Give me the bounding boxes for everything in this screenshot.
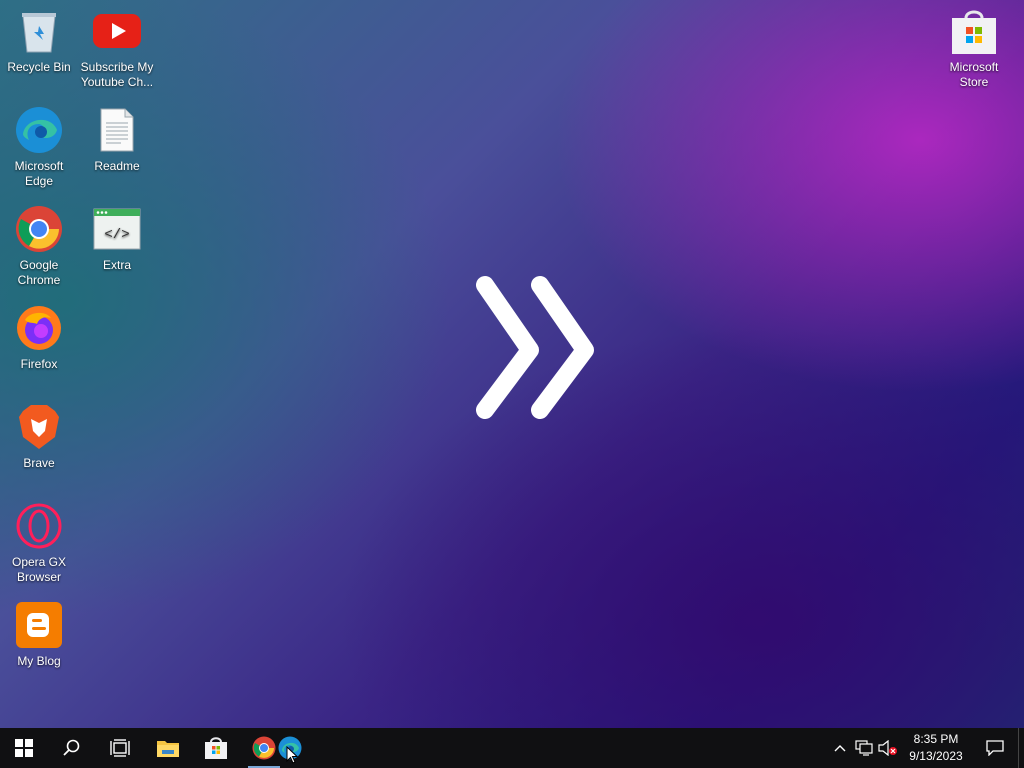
- start-button[interactable]: [0, 728, 48, 768]
- microsoft-store-icon: [205, 737, 227, 759]
- opera-gx-icon: [14, 501, 64, 551]
- clock[interactable]: 8:35 PM 9/13/2023: [900, 731, 972, 765]
- brave-icon: [14, 402, 64, 452]
- show-hidden-icons-button[interactable]: [828, 728, 852, 768]
- taskbar-file-explorer[interactable]: [144, 728, 192, 768]
- desktop-icon-recycle-bin[interactable]: Recycle Bin: [0, 6, 78, 75]
- notification-icon: [986, 740, 1004, 756]
- start-icon: [15, 739, 33, 757]
- desktop-icon-blog[interactable]: My Blog: [0, 600, 78, 669]
- search-icon: [63, 739, 80, 756]
- google-chrome-icon: [14, 204, 64, 254]
- network-button[interactable]: [852, 728, 876, 768]
- task-view-icon: [110, 739, 130, 757]
- network-icon: [855, 740, 873, 756]
- mouse-cursor-icon: [286, 746, 298, 764]
- desktop: Recycle Bin Microsoft Edge Google Chrome: [0, 0, 1024, 728]
- text-document-icon: [92, 105, 142, 155]
- microsoft-store-icon: [949, 6, 999, 56]
- taskbar: 8:35 PM 9/13/2023: [0, 728, 1024, 768]
- desktop-icon-readme[interactable]: Readme: [78, 105, 156, 174]
- microsoft-edge-icon: [14, 105, 64, 155]
- action-center-button[interactable]: [972, 728, 1018, 768]
- recycle-bin-icon: [14, 6, 64, 56]
- task-view-button[interactable]: [96, 728, 144, 768]
- taskbar-microsoft-edge[interactable]: [266, 728, 314, 768]
- desktop-icon-firefox[interactable]: Firefox: [0, 303, 78, 372]
- desktop-icon-extra[interactable]: </> Extra: [78, 204, 156, 273]
- clock-time: 8:35 PM: [913, 732, 959, 746]
- system-tray: 8:35 PM 9/13/2023: [828, 728, 1024, 768]
- volume-muted-icon: [878, 740, 897, 756]
- desktop-icon-brave[interactable]: Brave: [0, 402, 78, 471]
- clock-date: 9/13/2023: [909, 749, 963, 763]
- svg-text:</>: </>: [104, 227, 129, 243]
- desktop-icon-opera-gx[interactable]: Opera GX Browser: [0, 501, 78, 585]
- search-button[interactable]: [48, 728, 96, 768]
- code-file-icon: </>: [92, 204, 142, 254]
- desktop-icon-youtube[interactable]: Subscribe My Youtube Ch...: [78, 6, 156, 90]
- blogger-icon: [14, 600, 64, 650]
- desktop-icon-chrome[interactable]: Google Chrome: [0, 204, 78, 288]
- youtube-icon: [92, 6, 142, 56]
- desktop-icon-microsoft-store[interactable]: Microsoft Store: [935, 6, 1013, 90]
- show-hidden-icons-chevron-icon: [834, 745, 846, 752]
- firefox-icon: [14, 303, 64, 353]
- taskbar-microsoft-store[interactable]: [192, 728, 240, 768]
- show-desktop-button[interactable]: [1018, 728, 1024, 768]
- desktop-icon-edge[interactable]: Microsoft Edge: [0, 105, 78, 189]
- volume-button[interactable]: [876, 728, 900, 768]
- double-chevron-right-icon: [476, 276, 594, 419]
- file-explorer-icon: [157, 741, 179, 757]
